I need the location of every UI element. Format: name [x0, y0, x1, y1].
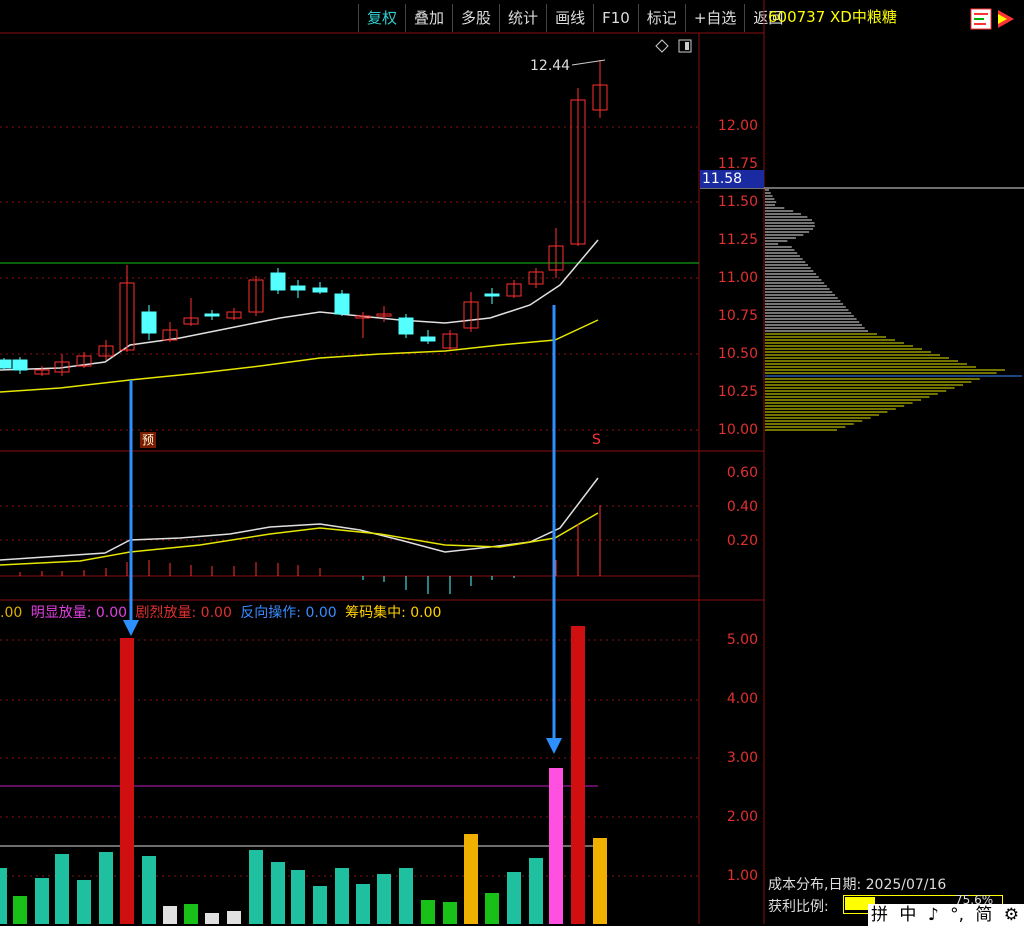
volume-bar — [335, 868, 349, 924]
pre-tag: 预 — [140, 432, 156, 448]
volume-bar — [163, 906, 177, 924]
price-tick: 10.25 — [717, 384, 758, 400]
ime-pinyin-icon[interactable]: 拼 — [871, 905, 888, 925]
volume-tick: 3.00 — [726, 750, 758, 766]
ime-moon-icon[interactable]: ♪ — [928, 905, 939, 925]
volume-tick: 1.00 — [726, 868, 758, 884]
sell-tag: S — [592, 432, 601, 448]
candles — [0, 60, 608, 376]
volume-bar — [549, 768, 563, 924]
macd-tick: 0.20 — [726, 533, 758, 549]
volume-bar — [249, 850, 263, 924]
cost-label: 成本分布,日期: — [768, 877, 862, 893]
volume-bar — [291, 870, 305, 924]
volume-bars — [0, 626, 607, 924]
volume-bar — [13, 896, 27, 924]
legend-item: .00 — [0, 605, 23, 621]
macd-bars — [19, 505, 601, 594]
candle-body — [312, 287, 328, 293]
candle-body — [0, 359, 12, 369]
volume-bar — [485, 893, 499, 924]
cost-distribution-info: 成本分布,日期: 2025/07/16 — [768, 874, 946, 894]
price-tick: 11.00 — [717, 270, 758, 286]
cost-date: 2025/07/16 — [865, 877, 947, 893]
macd-yellow-line — [0, 512, 599, 566]
volume-bar — [356, 884, 370, 924]
volume-bar — [227, 911, 241, 924]
legend-item: 反向操作: 0.00 — [240, 605, 337, 621]
volume-bar — [120, 638, 134, 924]
volume-bar — [313, 886, 327, 924]
volume-bar — [99, 852, 113, 924]
volume-bar — [0, 868, 7, 924]
candle-body — [204, 313, 220, 317]
current-price-badge: 11.58 — [700, 170, 764, 188]
volume-tick: 4.00 — [726, 691, 758, 707]
volume-bar — [421, 900, 435, 924]
ime-chinese-toggle[interactable]: 中 — [899, 905, 916, 925]
price-tick: 11.75 — [717, 156, 758, 172]
ime-toolbar[interactable]: 拼 中 ♪ °, 简 ⚙ — [868, 904, 1024, 926]
profit-ratio-label: 获利比例: — [768, 899, 829, 915]
price-tick: 10.50 — [717, 346, 758, 362]
volume-tick: 5.00 — [726, 632, 758, 648]
price-grid — [0, 126, 699, 877]
legend-item: 筹码集中: 0.00 — [345, 605, 442, 621]
candle-body — [270, 272, 286, 291]
legend-item: 剧烈放量: 0.00 — [135, 605, 232, 621]
legend-item: 明显放量: 0.00 — [30, 605, 128, 621]
price-tick: 11.50 — [717, 194, 758, 210]
arrow-2-head — [546, 738, 562, 754]
volume-bar — [443, 902, 457, 924]
macd-tick: 0.40 — [726, 499, 758, 515]
ime-simplified-toggle[interactable]: 简 — [975, 905, 992, 925]
volume-tick: 2.00 — [726, 809, 758, 825]
price-tick: 11.25 — [717, 232, 758, 248]
volume-bar — [77, 880, 91, 924]
volume-bar — [507, 872, 521, 924]
price-tick: 10.00 — [717, 422, 758, 438]
volume-bar — [205, 913, 219, 924]
volume-bar — [271, 862, 285, 924]
diamond-icon — [655, 39, 669, 53]
volume-bar — [35, 878, 49, 924]
cost-distribution-bars — [765, 189, 1022, 431]
candle-body — [334, 293, 350, 315]
arrow-1-head — [123, 620, 139, 636]
macd-tick: 0.60 — [726, 465, 758, 481]
ma-white-line — [0, 239, 599, 371]
candle-body — [12, 359, 28, 371]
candle-body — [420, 336, 436, 342]
chart-canvas — [0, 0, 1024, 924]
volume-bar — [55, 854, 69, 924]
price-tick: 12.00 — [717, 118, 758, 134]
macd-white-line — [0, 477, 599, 561]
candle-body — [398, 317, 414, 335]
volume-bar — [529, 858, 543, 924]
volume-bar — [184, 904, 198, 924]
candle-body — [484, 293, 500, 297]
candle-body — [141, 311, 157, 334]
volume-bar — [399, 868, 413, 924]
ime-settings-icon[interactable]: ⚙ — [1004, 905, 1019, 925]
volume-bar — [593, 838, 607, 924]
candle-body — [290, 285, 306, 291]
price-tick: 10.75 — [717, 308, 758, 324]
volume-bar — [142, 856, 156, 924]
indicator-legend: .00 明显放量: 0.00 剧烈放量: 0.00 反向操作: 0.00 筹码集… — [0, 602, 445, 622]
volume-bar — [571, 626, 585, 924]
high-price-label: 12.44 — [530, 58, 571, 74]
ime-punct-icon[interactable]: °, — [950, 905, 964, 925]
volume-bar — [464, 834, 478, 924]
volume-bar — [377, 874, 391, 924]
